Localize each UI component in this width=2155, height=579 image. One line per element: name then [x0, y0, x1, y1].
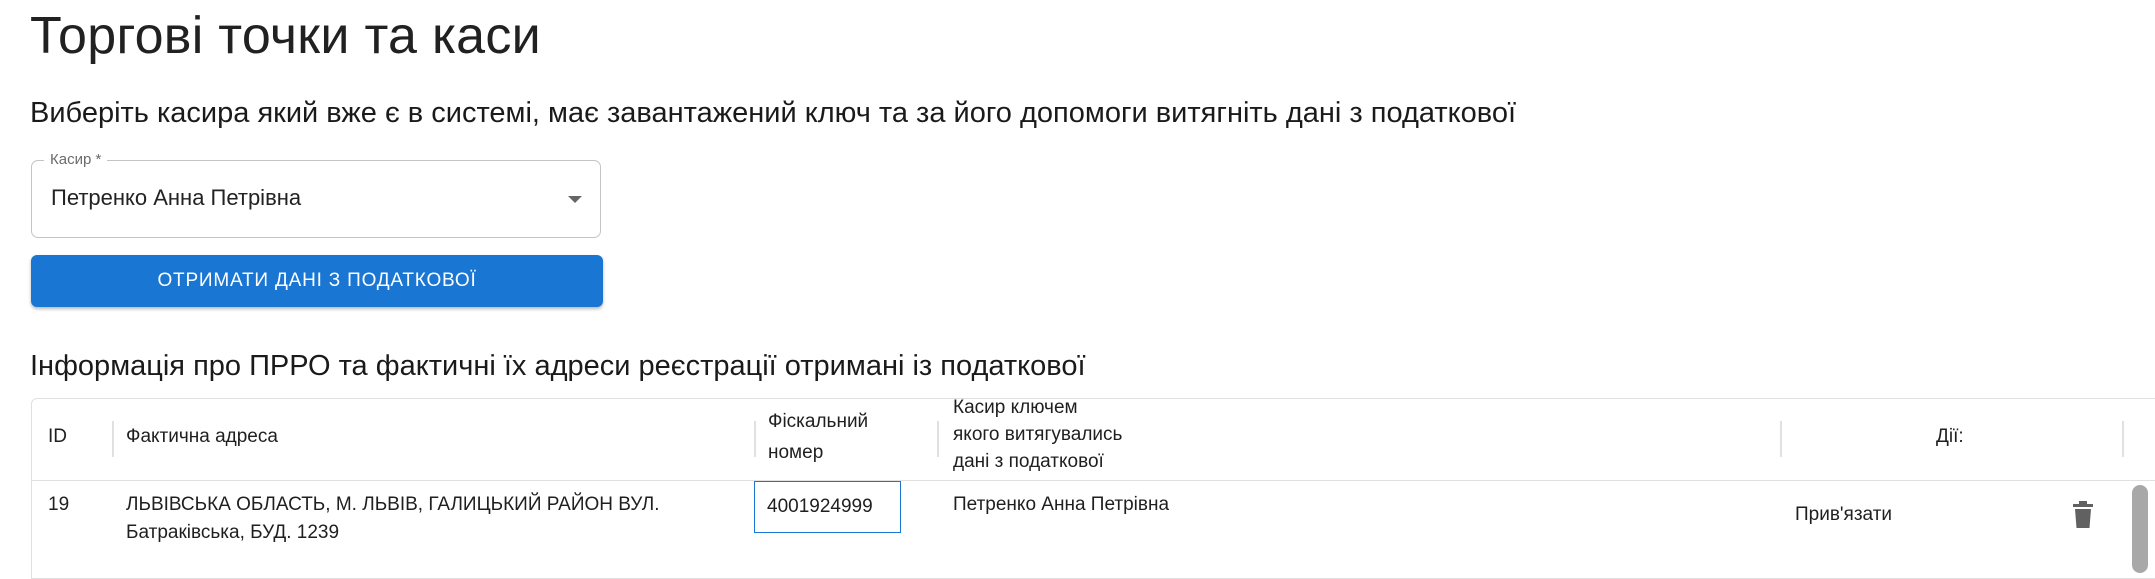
col-header-cashier: Касир ключем якого витягувались дані з п…	[953, 398, 1123, 475]
col-separator	[2122, 421, 2124, 457]
dropdown-arrow-icon[interactable]	[568, 196, 582, 203]
cashier-select-label: Касир *	[44, 151, 108, 169]
cashier-select[interactable]: Касир * Петренко Анна Петрівна	[31, 151, 601, 238]
table-row: 19 ЛЬВІВСЬКА ОБЛАСТЬ, М. ЛЬВІВ, ГАЛИЦЬКИ…	[32, 481, 2155, 578]
fetch-tax-data-button[interactable]: ОТРИМАТИ ДАНІ З ПОДАТКОВОЇ	[31, 255, 603, 307]
col-header-fiscal-line1: Фіскальний	[768, 411, 869, 432]
cashier-select-value: Петренко Анна Петрівна	[51, 185, 302, 210]
table-section-heading: Інформація про ПРРО та фактичні їх адрес…	[30, 350, 1086, 382]
col-separator	[1780, 421, 1782, 457]
scrollbar-thumb[interactable]	[2132, 485, 2148, 573]
col-header-actions: Дії:	[1936, 426, 1964, 447]
cell-cashier: Петренко Анна Петрівна	[953, 494, 1170, 515]
page-title: Торгові точки та каси	[30, 7, 542, 65]
trash-icon[interactable]	[2072, 501, 2094, 529]
table-header: ID Фактична адреса Фіскальний номер Каси…	[32, 399, 2155, 481]
vertical-scrollbar[interactable]	[2122, 481, 2154, 578]
col-header-fiscal-line2: номер	[768, 442, 824, 463]
col-header-cashier-line1: Касир ключем	[953, 398, 1078, 418]
cell-address: ЛЬВІВСЬКА ОБЛАСТЬ, М. ЛЬВІВ, ГАЛИЦЬКИЙ Р…	[126, 491, 660, 547]
col-header-id: ID	[48, 426, 67, 447]
bind-action-link[interactable]: Прив'язати	[1795, 504, 1892, 526]
col-header-cashier-line3: дані з податкової	[953, 451, 1104, 472]
col-separator	[754, 421, 756, 457]
col-header-cashier-line2: якого витягувались	[953, 424, 1123, 445]
col-separator	[112, 421, 114, 457]
col-header-address: Фактична адреса	[126, 426, 278, 447]
cell-id: 19	[48, 494, 70, 515]
col-header-fiscal: Фіскальний номер	[768, 406, 868, 468]
cell-address-line2: Батраківська, БУД. 1239	[126, 522, 340, 543]
cell-address-line1: ЛЬВІВСЬКА ОБЛАСТЬ, М. ЛЬВІВ, ГАЛИЦЬКИЙ Р…	[126, 494, 660, 515]
col-separator	[937, 421, 939, 457]
fiscal-number-input[interactable]	[754, 481, 901, 533]
prro-table: ID Фактична адреса Фіскальний номер Каси…	[31, 398, 2155, 579]
cashier-section-heading: Виберіть касира який вже є в системі, ма…	[30, 97, 1517, 129]
